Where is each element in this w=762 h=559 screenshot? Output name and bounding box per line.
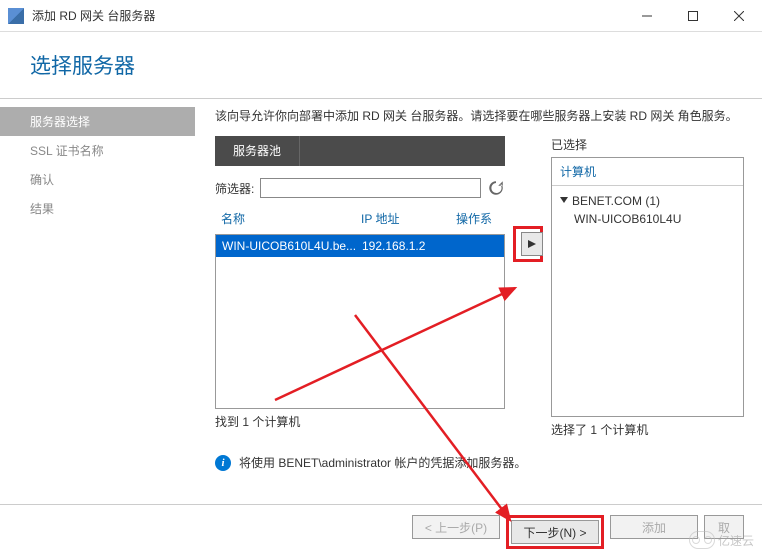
next-button[interactable]: 下一步(N) > [511,520,599,544]
col-ip[interactable]: IP 地址 [361,210,456,227]
tab-server-pool[interactable]: 服务器池 [215,136,300,166]
pool-table-body: WIN-UICOB610L4U.be... 192.168.1.2 [215,234,505,409]
main-panel: 该向导允许你向部署中添加 RD 网关 台服务器。请选择要在哪些服务器上安装 RD… [195,99,762,519]
pool-tab-bar: 服务器池 [215,136,505,166]
close-button[interactable] [716,0,762,32]
app-icon [8,8,24,24]
selected-title: 已选择 [551,136,744,153]
minimize-button[interactable] [624,0,670,32]
collapse-icon [560,197,568,205]
step-sidebar: 服务器选择 SSL 证书名称 确认 结果 [0,99,195,519]
maximize-button[interactable] [670,0,716,32]
wizard-footer: < 上一步(P) 下一步(N) > 添加 取 [0,504,762,559]
window-controls [624,0,762,32]
window-title: 添加 RD 网关 台服务器 [32,7,624,24]
cell-ip: 192.168.1.2 [362,239,457,253]
wizard-header: 选择服务器 [0,32,762,90]
pool-found-text: 找到 1 个计算机 [215,413,505,430]
server-panels: 服务器池 筛选器: 名称 IP 地址 操作系 WIN-UICOB610L4U.b… [215,136,744,438]
info-text: 将使用 BENET\administrator 帐户的凭据添加服务器。 [239,454,526,471]
info-icon: i [215,455,231,471]
table-row[interactable]: WIN-UICOB610L4U.be... 192.168.1.2 [216,235,504,257]
selected-body: BENET.COM (1) WIN-UICOB610L4U [552,186,743,234]
annotation-highlight-next: 下一步(N) > [506,515,604,549]
selected-header: 计算机 [552,158,743,186]
filter-input[interactable] [260,178,481,198]
sidebar-item-server-select[interactable]: 服务器选择 [0,107,195,136]
page-title: 选择服务器 [30,50,732,80]
selected-computer[interactable]: WIN-UICOB610L4U [560,212,735,226]
wizard-content: 服务器选择 SSL 证书名称 确认 结果 该向导允许你向部署中添加 RD 网关 … [0,99,762,519]
refresh-icon[interactable] [487,179,505,197]
watermark-logo-icon [689,531,715,549]
add-button[interactable]: 添加 [610,515,698,539]
selected-box: 计算机 BENET.COM (1) WIN-UICOB610L4U [551,157,744,417]
transfer-buttons [513,136,543,262]
selected-group[interactable]: BENET.COM (1) [560,194,735,208]
selected-panel: 已选择 计算机 BENET.COM (1) WIN-UICOB610L4U 选择… [551,136,744,438]
server-pool-panel: 服务器池 筛选器: 名称 IP 地址 操作系 WIN-UICOB610L4U.b… [215,136,505,430]
arrow-right-icon [528,240,536,248]
sidebar-item-confirm[interactable]: 确认 [0,165,195,194]
titlebar: 添加 RD 网关 台服务器 [0,0,762,32]
pool-table-header: 名称 IP 地址 操作系 [215,206,505,232]
add-to-selected-button[interactable] [521,232,543,256]
cell-name: WIN-UICOB610L4U.be... [222,239,362,253]
filter-label: 筛选器: [215,180,254,197]
info-row: i 将使用 BENET\administrator 帐户的凭据添加服务器。 [215,454,744,471]
watermark: 亿速云 [689,531,754,549]
sidebar-item-result[interactable]: 结果 [0,194,195,223]
description-text: 该向导允许你向部署中添加 RD 网关 台服务器。请选择要在哪些服务器上安装 RD… [215,107,744,124]
sidebar-item-ssl[interactable]: SSL 证书名称 [0,136,195,165]
col-name[interactable]: 名称 [221,210,361,227]
prev-button[interactable]: < 上一步(P) [412,515,500,539]
col-os[interactable]: 操作系 [456,210,499,227]
filter-row: 筛选器: [215,178,505,198]
selected-count-text: 选择了 1 个计算机 [551,421,744,438]
annotation-highlight-arrow [513,226,543,262]
